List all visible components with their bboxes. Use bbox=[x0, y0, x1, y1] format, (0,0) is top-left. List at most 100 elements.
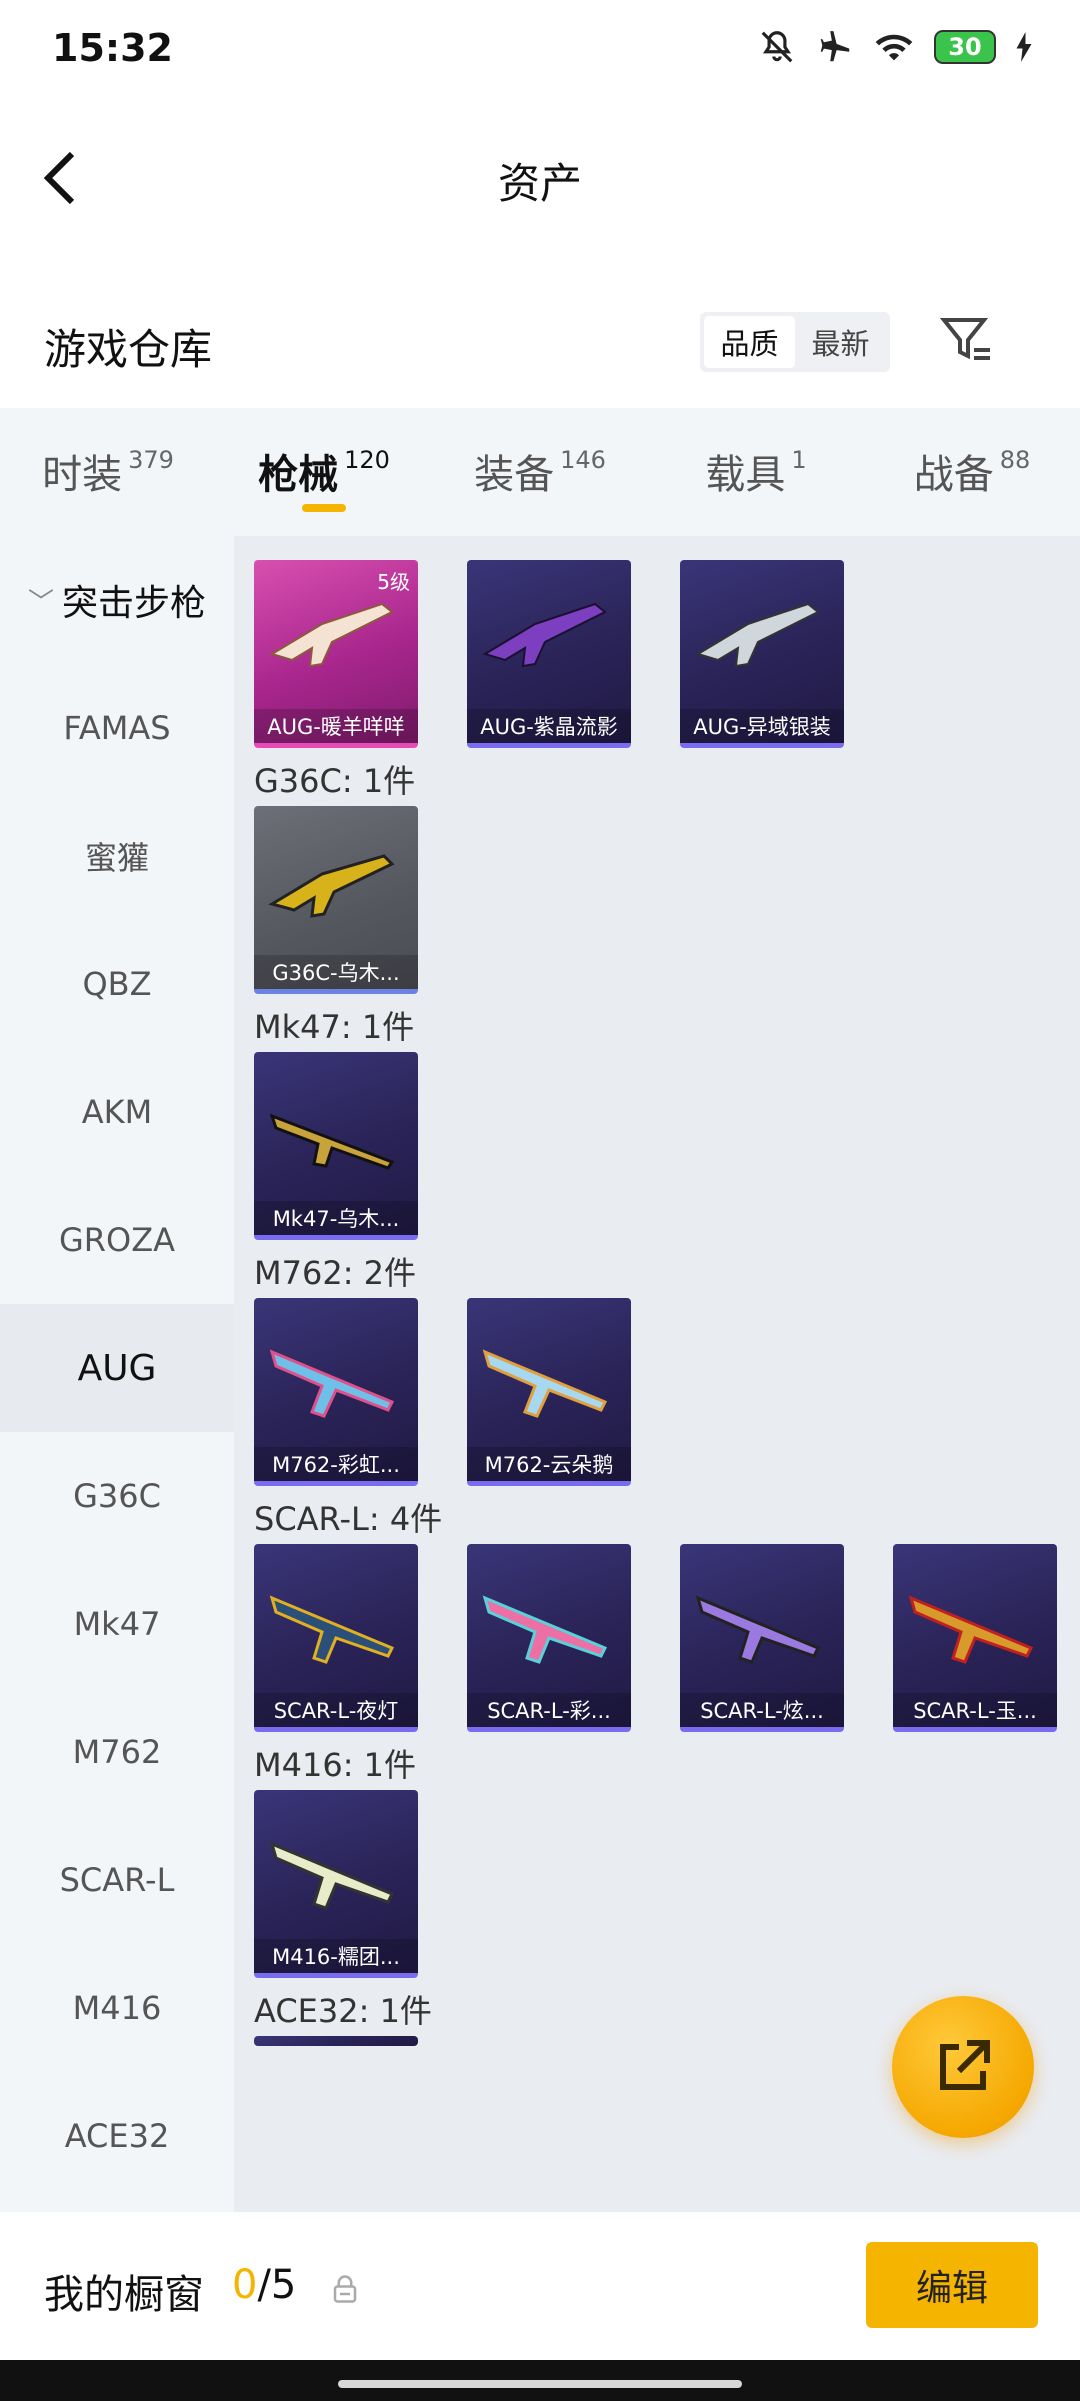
tab-guns[interactable]: 枪械 120 bbox=[216, 408, 432, 536]
share-button[interactable] bbox=[892, 1996, 1034, 2138]
group-label: Mk47: 1件 bbox=[254, 1008, 415, 1046]
showcase-bar: 我的橱窗 0/5 编辑 bbox=[0, 2212, 1080, 2360]
weapon-name: M416-糯团... bbox=[254, 1939, 418, 1973]
weapon-card[interactable]: M762-云朵鹅 bbox=[467, 1298, 631, 1486]
status-time: 15:32 bbox=[52, 26, 173, 70]
sidebar-item-groza[interactable]: GROZA bbox=[0, 1176, 234, 1304]
weapon-card[interactable]: SCAR-L-夜灯 bbox=[254, 1544, 418, 1732]
rifle-icon bbox=[269, 1595, 395, 1664]
tab-vehicles[interactable]: 载具 1 bbox=[648, 408, 864, 536]
rifle-icon bbox=[908, 1595, 1034, 1664]
sidebar-item-m416[interactable]: M416 bbox=[0, 1944, 234, 2072]
chevron-down-icon: ﹀ bbox=[27, 587, 54, 618]
rifle-icon bbox=[269, 1841, 395, 1910]
weapon-name: AUG-紫晶流影 bbox=[467, 709, 631, 743]
status-icons: 30 bbox=[758, 28, 1032, 66]
weapon-card[interactable] bbox=[254, 2036, 418, 2046]
group-label: SCAR-L: 4件 bbox=[254, 1500, 443, 1538]
rifle-icon bbox=[482, 1595, 608, 1664]
sidebar-item-g36c[interactable]: G36C bbox=[0, 1432, 234, 1560]
sort-quality[interactable]: 品质 bbox=[704, 316, 795, 368]
showcase-total: /5 bbox=[257, 2262, 297, 2308]
sort-toggle: 品质 最新 bbox=[700, 312, 890, 372]
sidebar-item-aug[interactable]: AUG bbox=[0, 1304, 234, 1432]
tab-count: 88 bbox=[999, 446, 1031, 474]
sidebar-item-akm[interactable]: AKM bbox=[0, 1048, 234, 1176]
weapon-name: SCAR-L-夜灯 bbox=[254, 1693, 418, 1727]
sidebar-item-qbz[interactable]: QBZ bbox=[0, 920, 234, 1048]
weapon-row: M416-糯团... bbox=[254, 1790, 1080, 1978]
weapon-card[interactable]: AUG-异域银装 bbox=[680, 560, 844, 748]
weapon-row: M762-彩虹... M762-云朵鹅 bbox=[254, 1298, 1080, 1486]
sidebar-item-ace32[interactable]: ACE32 bbox=[0, 2072, 234, 2200]
weapon-grid: 5级 AUG-暖羊咩咩 AUG-紫晶流影 AUG-异域银装 G36C: 1件 G… bbox=[234, 536, 1080, 2212]
sidebar-item-famas[interactable]: FAMAS bbox=[0, 664, 234, 792]
weapon-card[interactable]: AUG-紫晶流影 bbox=[467, 560, 631, 748]
tab-label: 装备 bbox=[474, 452, 555, 498]
tab-supplies[interactable]: 战备 88 bbox=[864, 408, 1080, 536]
showcase-title: 我的橱窗 bbox=[44, 2272, 204, 2318]
tab-count: 379 bbox=[128, 446, 174, 474]
sidebar-item-scar-l[interactable]: SCAR-L bbox=[0, 1816, 234, 1944]
weapon-name: AUG-异域银装 bbox=[680, 709, 844, 743]
weapon-sidebar: ﹀ 突击步枪 FAMAS 蜜獾 QBZ AKM GROZA AUG G36C M… bbox=[0, 536, 234, 2212]
filter-button[interactable] bbox=[938, 312, 994, 368]
top-header: 资产 bbox=[0, 100, 1080, 260]
rifle-icon bbox=[269, 1113, 395, 1170]
warehouse-title: 游戏仓库 bbox=[44, 325, 213, 374]
sidebar-item-mk47[interactable]: Mk47 bbox=[0, 1560, 234, 1688]
sidebar-category-assault-rifle[interactable]: ﹀ 突击步枪 bbox=[0, 536, 234, 664]
weapon-card[interactable]: 5级 AUG-暖羊咩咩 bbox=[254, 560, 418, 748]
rifle-icon bbox=[695, 602, 820, 668]
weapon-card[interactable]: SCAR-L-彩... bbox=[467, 1544, 631, 1732]
tab-active-indicator bbox=[302, 504, 346, 512]
weapon-name: M762-云朵鹅 bbox=[467, 1447, 631, 1481]
sidebar-item-honey-badger[interactable]: 蜜獾 bbox=[0, 792, 234, 920]
weapon-name: SCAR-L-炫... bbox=[680, 1693, 844, 1727]
tab-label: 时装 bbox=[42, 452, 123, 498]
weapon-card[interactable]: M416-糯团... bbox=[254, 1790, 418, 1978]
tab-label: 载具 bbox=[705, 452, 786, 498]
rifle-icon bbox=[269, 1349, 395, 1418]
home-gesture-handle[interactable] bbox=[338, 2380, 742, 2388]
tab-equipment[interactable]: 装备 146 bbox=[432, 408, 648, 536]
weapon-name: M762-彩虹... bbox=[254, 1447, 418, 1481]
charging-icon bbox=[1016, 32, 1032, 62]
weapon-name: Mk47-乌木... bbox=[254, 1201, 418, 1235]
page-title: 资产 bbox=[497, 159, 582, 208]
weapon-card[interactable]: SCAR-L-炫... bbox=[680, 1544, 844, 1732]
airplane-icon bbox=[820, 31, 850, 62]
sidebar-category-label: 突击步枪 bbox=[62, 583, 207, 624]
weapon-card[interactable]: SCAR-L-玉... bbox=[893, 1544, 1057, 1732]
rifle-icon bbox=[695, 1595, 821, 1664]
showcase-current: 0 bbox=[232, 2262, 258, 2308]
weapon-name: SCAR-L-彩... bbox=[467, 1693, 631, 1727]
group-label: M416: 1件 bbox=[254, 1746, 417, 1784]
sort-latest[interactable]: 最新 bbox=[795, 316, 886, 368]
tab-fashion[interactable]: 时装 379 bbox=[0, 408, 216, 536]
mute-bell-icon bbox=[761, 31, 793, 63]
tab-count: 146 bbox=[560, 446, 606, 474]
group-label: G36C: 1件 bbox=[254, 762, 416, 800]
weapon-row: Mk47-乌木... bbox=[254, 1052, 1080, 1240]
weapon-card[interactable]: G36C-乌木... bbox=[254, 806, 418, 994]
group-label: M762: 2件 bbox=[254, 1254, 417, 1292]
weapon-card[interactable]: M762-彩虹... bbox=[254, 1298, 418, 1486]
showcase-count: 0/5 bbox=[232, 2262, 296, 2308]
rifle-icon bbox=[482, 602, 607, 668]
battery-indicator: 30 bbox=[934, 30, 996, 64]
weapon-name: G36C-乌木... bbox=[254, 955, 418, 989]
rifle-icon bbox=[269, 602, 394, 668]
tab-count: 120 bbox=[344, 446, 390, 474]
weapon-row: 5级 AUG-暖羊咩咩 AUG-紫晶流影 AUG-异域银装 bbox=[254, 560, 1080, 748]
lock-icon bbox=[333, 2275, 357, 2303]
rifle-icon bbox=[482, 1349, 608, 1418]
weapon-name: SCAR-L-玉... bbox=[893, 1693, 1057, 1727]
weapon-name: AUG-暖羊咩咩 bbox=[254, 709, 418, 743]
warehouse-bar: 游戏仓库 品质 最新 bbox=[0, 260, 1080, 408]
wifi-icon bbox=[875, 34, 913, 61]
weapon-card[interactable]: Mk47-乌木... bbox=[254, 1052, 418, 1240]
edit-button[interactable]: 编辑 bbox=[866, 2242, 1038, 2328]
tab-count: 1 bbox=[791, 446, 807, 474]
sidebar-item-m762[interactable]: M762 bbox=[0, 1688, 234, 1816]
